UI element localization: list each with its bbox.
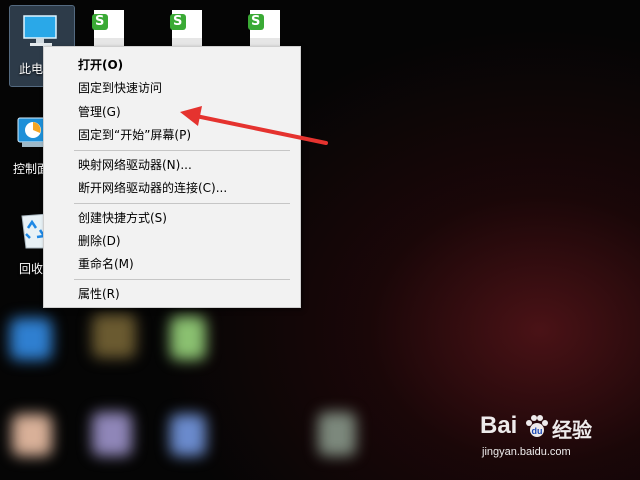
blurred-icon xyxy=(170,414,206,456)
file-badge-letter: S xyxy=(173,14,183,29)
context-menu: 打开(O) 固定到快速访问 管理(G) 固定到“开始”屏幕(P) 映射网络驱动器… xyxy=(43,46,301,308)
menu-item-pin-start[interactable]: 固定到“开始”屏幕(P) xyxy=(78,126,191,144)
menu-item-properties[interactable]: 属性(R) xyxy=(78,285,120,303)
menu-item-manage[interactable]: 管理(G) xyxy=(78,103,121,121)
menu-item-delete[interactable]: 删除(D) xyxy=(78,232,121,250)
blurred-icon xyxy=(318,412,356,456)
spreadsheet-file-icon xyxy=(92,10,124,48)
spreadsheet-file-icon xyxy=(170,10,202,48)
menu-separator xyxy=(74,279,290,280)
file-badge-letter: S xyxy=(251,14,261,29)
menu-item-open[interactable]: 打开(O) xyxy=(78,56,123,74)
desktop-file-1[interactable]: S xyxy=(88,8,128,48)
baidu-watermark: Bai du 经验 jingyan.baidu.com xyxy=(480,410,610,466)
svg-text:du: du xyxy=(532,426,543,436)
watermark-brand-left: Bai xyxy=(480,412,518,439)
desktop-file-2[interactable]: S xyxy=(166,8,206,48)
desktop-icon-label: 此电 xyxy=(19,62,44,76)
baidu-paw-icon: du xyxy=(526,415,548,437)
blurred-icon xyxy=(92,412,132,456)
desktop-icon-label: 回收 xyxy=(19,262,44,276)
menu-separator xyxy=(74,150,290,151)
menu-item-pin-quick-access[interactable]: 固定到快速访问 xyxy=(78,79,162,97)
spreadsheet-file-icon xyxy=(248,10,280,48)
blurred-icon xyxy=(170,316,206,360)
blurred-icon xyxy=(12,414,52,456)
menu-separator xyxy=(74,203,290,204)
watermark-brand-right: 经验 xyxy=(552,418,592,442)
menu-item-disconnect-network-drive[interactable]: 断开网络驱动器的连接(C)... xyxy=(78,179,227,197)
menu-item-create-shortcut[interactable]: 创建快捷方式(S) xyxy=(78,209,167,227)
menu-item-rename[interactable]: 重命名(M) xyxy=(78,255,134,273)
desktop-file-3[interactable]: S xyxy=(244,8,284,48)
watermark-url: jingyan.baidu.com xyxy=(482,446,571,458)
menu-item-map-network-drive[interactable]: 映射网络驱动器(N)... xyxy=(78,156,192,174)
file-badge-letter: S xyxy=(95,14,105,29)
blurred-icon xyxy=(92,314,136,358)
blurred-icon xyxy=(10,318,52,360)
